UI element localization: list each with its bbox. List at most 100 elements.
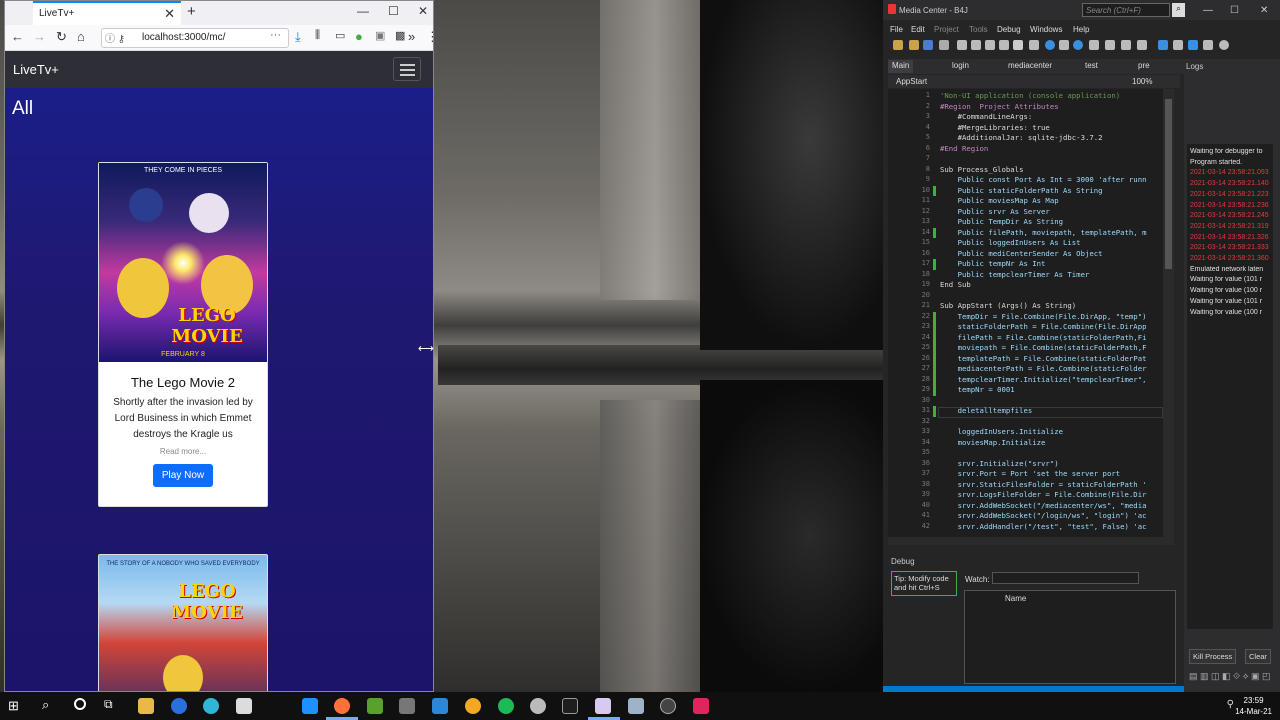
close-window-icon[interactable]: ✕ <box>1260 5 1268 16</box>
navigate-back-icon[interactable] <box>1045 40 1055 50</box>
sidebar-icon[interactable]: ▭ <box>335 29 345 42</box>
navbar-toggle-button[interactable] <box>393 57 421 81</box>
site-info-icon[interactable]: ⓘ ⚷ <box>105 30 125 45</box>
maximize-icon[interactable]: ☐ <box>388 4 399 18</box>
play-icon[interactable] <box>1158 40 1168 50</box>
app-icon[interactable] <box>465 698 481 714</box>
search-icon[interactable]: ⌕ <box>42 697 49 713</box>
b4j-icon[interactable] <box>595 698 611 714</box>
firefox-icon[interactable] <box>334 698 350 714</box>
code-line[interactable]: #MergeLibraries: true <box>940 123 1050 132</box>
settings-icon[interactable] <box>1219 40 1229 50</box>
minimize-icon[interactable]: — <box>1203 5 1213 16</box>
search-icon[interactable]: ⌕ <box>1172 3 1185 17</box>
clear-logs-button[interactable]: Clear <box>1245 649 1271 664</box>
code-line[interactable]: Public filePath, moviepath, templatePath… <box>940 228 1147 237</box>
code-line[interactable]: #End Region <box>940 144 988 153</box>
code-line[interactable]: srvr.AddWebSocket("/login/ws", "login") … <box>940 511 1147 520</box>
play-now-button[interactable]: Play Now <box>152 464 214 487</box>
tab-login[interactable]: login <box>948 60 973 73</box>
restart-icon[interactable] <box>1188 40 1198 50</box>
code-line[interactable]: Public mediCenterSender As Object <box>940 249 1103 258</box>
tab-mediacenter[interactable]: mediacenter <box>1004 60 1056 73</box>
step-over-icon[interactable] <box>1105 40 1115 50</box>
code-line[interactable]: loggedInUsers.Initialize <box>940 427 1063 436</box>
menu-edit[interactable]: Edit <box>911 25 925 34</box>
code-line[interactable]: Sub Process_Globals <box>940 165 1023 174</box>
step-out-icon[interactable] <box>1121 40 1131 50</box>
code-line[interactable]: #Region Project Attributes <box>940 102 1059 111</box>
page-actions-icon[interactable]: ··· <box>270 29 281 41</box>
stop-icon[interactable] <box>1203 40 1213 50</box>
bookmark-icon[interactable] <box>1013 40 1023 50</box>
store-icon[interactable] <box>236 698 252 714</box>
calculator-icon[interactable] <box>628 698 644 714</box>
code-line[interactable]: Public moviesMap As Map <box>940 196 1059 205</box>
code-line[interactable]: Public loggedInUsers As List <box>940 238 1081 247</box>
code-line[interactable]: Public const Port As Int = 3000 'after r… <box>940 175 1147 184</box>
step-icon[interactable] <box>1089 40 1099 50</box>
obs-icon[interactable] <box>660 698 676 714</box>
overflow-menu-icon[interactable]: » <box>408 29 415 44</box>
minimize-icon[interactable]: — <box>357 4 369 18</box>
kill-process-button[interactable]: Kill Process <box>1189 649 1237 664</box>
code-line[interactable]: #CommandLineArgs: <box>940 112 1033 121</box>
code-line[interactable]: 'Non-UI application (console application… <box>940 91 1120 100</box>
code-line[interactable]: srvr.Initialize("srvr") <box>940 459 1059 468</box>
extension-grey-icon[interactable]: ▩ <box>395 29 405 42</box>
code-line[interactable]: moviepath = File.Combine(staticFolderPat… <box>940 343 1147 352</box>
breakpoint-icon[interactable] <box>1137 40 1147 50</box>
library-icon[interactable]: ⫼ <box>315 29 320 42</box>
url-bar[interactable]: localhost:3000/mc/ <box>101 28 289 48</box>
code-line[interactable]: srvr.AddWebSocket("/mediacenter/ws", "me… <box>940 501 1147 510</box>
downloads-icon[interactable]: ⤓ <box>295 29 301 45</box>
pause-icon[interactable] <box>1173 40 1183 50</box>
task-view-icon[interactable]: ⧉ <box>104 697 113 712</box>
code-line[interactable]: templatePath = File.Combine(staticFolder… <box>940 354 1147 363</box>
cut-icon[interactable] <box>939 40 949 50</box>
code-line[interactable]: TempDir = File.Combine(File.DirApp, "tem… <box>940 312 1147 321</box>
edge-icon[interactable] <box>203 698 219 714</box>
tab-test[interactable]: test <box>1081 60 1102 73</box>
watch-input[interactable] <box>992 572 1139 584</box>
code-line[interactable]: tempNr = 0001 <box>940 385 1015 394</box>
vscode-icon[interactable] <box>302 698 318 714</box>
code-line[interactable]: Public staticFolderPath As String <box>940 186 1103 195</box>
menu-debug[interactable]: Debug <box>997 25 1021 34</box>
movie-poster[interactable]: THEY COME IN PIECES LEGO MOVIE FEBRUARY … <box>99 163 267 362</box>
code-line[interactable]: mediacenterPath = File.Combine(staticFol… <box>940 364 1147 373</box>
extension-green-icon[interactable]: ● <box>355 29 363 44</box>
forward-icon[interactable]: → <box>33 29 46 44</box>
code-line[interactable]: filePath = File.Combine(staticFolderPath… <box>940 333 1147 342</box>
tool-icon[interactable] <box>399 698 415 714</box>
code-line[interactable]: tempclearTimer.Initialize("tempclearTime… <box>940 375 1147 384</box>
close-window-icon[interactable]: ✕ <box>418 4 428 18</box>
movie-poster[interactable]: THE STORY OF A NOBODY WHO SAVED EVERYBOD… <box>99 555 267 691</box>
logs-output[interactable]: Waiting for debugger to Program started. 2… <box>1187 144 1273 629</box>
undo-icon[interactable] <box>985 40 995 50</box>
code-line[interactable]: Public TempDir As String <box>940 217 1063 226</box>
tab-pre[interactable]: pre <box>1134 60 1154 73</box>
browser-tab[interactable]: LiveTv+ ✕ <box>33 1 181 25</box>
tab-main[interactable]: Main <box>888 60 914 73</box>
network-icon[interactable]: ⚲ <box>1227 699 1234 710</box>
copy-icon[interactable] <box>957 40 967 50</box>
navbar-brand[interactable]: LiveTv+ <box>13 62 59 77</box>
cortana-icon[interactable] <box>74 698 86 710</box>
extension-icon[interactable]: ▣ <box>375 29 385 42</box>
code-line[interactable]: moviesMap.Initialize <box>940 438 1046 447</box>
navigate-forward-icon[interactable] <box>1059 40 1069 50</box>
menu-windows[interactable]: Windows <box>1030 25 1062 34</box>
menu-project[interactable]: Project <box>934 25 959 34</box>
menu-file[interactable]: File <box>890 25 903 34</box>
code-line[interactable]: srvr.StaticFilesFolder = staticFolderPat… <box>940 480 1147 489</box>
browser-icon[interactable] <box>171 698 187 714</box>
app-icon[interactable] <box>693 698 709 714</box>
paste-icon[interactable] <box>971 40 981 50</box>
menu-help[interactable]: Help <box>1073 25 1089 34</box>
hamburger-menu-icon[interactable]: ⋮ <box>426 29 433 45</box>
code-line[interactable]: srvr.Port = Port 'set the server port <box>940 469 1121 478</box>
editor-horizontal-scrollbar[interactable] <box>888 537 1174 545</box>
start-button-icon[interactable]: ⊞ <box>8 698 19 714</box>
save-icon[interactable] <box>923 40 933 50</box>
